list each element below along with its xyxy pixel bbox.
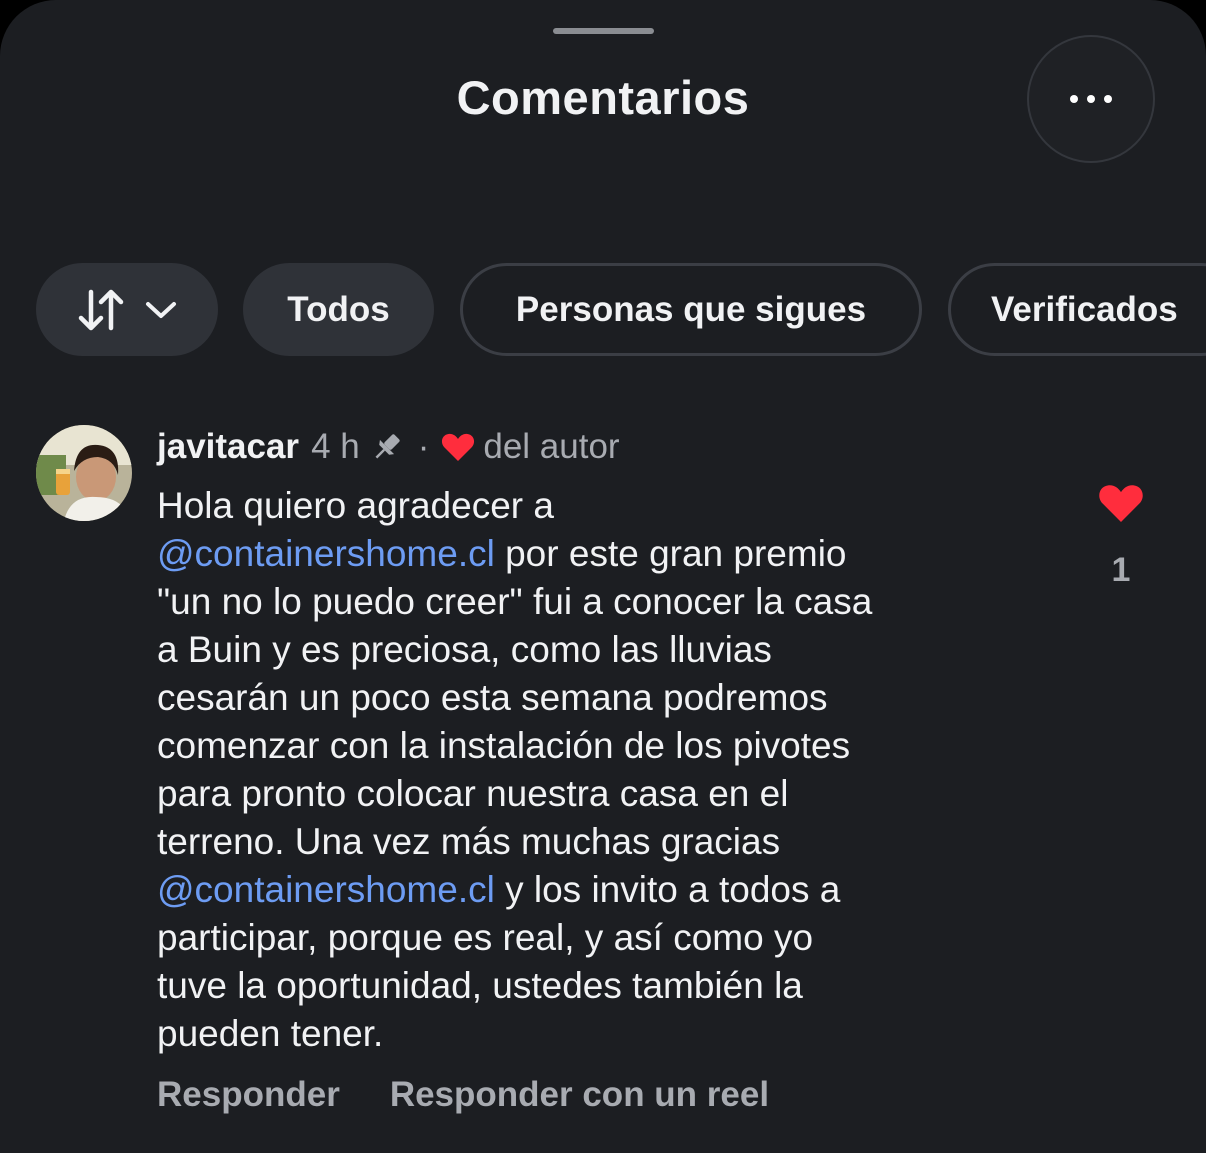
like-heart-icon[interactable] bbox=[1098, 482, 1144, 529]
meta-separator: · bbox=[417, 427, 430, 466]
like-count[interactable]: 1 bbox=[1098, 551, 1144, 590]
username[interactable]: javitacar bbox=[157, 427, 299, 467]
comment-line: a Buin y es preciosa, como las lluvias bbox=[157, 629, 772, 670]
more-dots-icon bbox=[1070, 95, 1078, 103]
comment-meta: javitacar 4 h · del autor bbox=[157, 424, 620, 470]
comment-line: comenzar con la instalación de los pivot… bbox=[157, 725, 851, 766]
avatar[interactable] bbox=[36, 425, 132, 521]
pin-icon bbox=[370, 430, 404, 464]
filter-verified[interactable]: Verificados bbox=[948, 263, 1206, 356]
comment-line: @containershome.cl y los invito a todos … bbox=[157, 869, 841, 910]
author-liked-label: del autor bbox=[483, 427, 620, 466]
sort-arrows-icon bbox=[78, 289, 124, 330]
reply-button[interactable]: Responder bbox=[157, 1075, 340, 1115]
comment-time: 4 h bbox=[311, 427, 360, 466]
chevron-down-icon bbox=[146, 301, 176, 318]
comment-line: Hola quiero agradecer a bbox=[157, 485, 554, 526]
page-title: Comentarios bbox=[456, 71, 750, 124]
comment-line: cesarán un poco esta semana podremos bbox=[157, 677, 828, 718]
comment-text: Hola quiero agradecer a @containershome.… bbox=[157, 482, 1057, 1058]
comment-line: pueden tener. bbox=[157, 1013, 384, 1054]
comment-actions: Responder Responder con un reel bbox=[157, 1075, 769, 1115]
comment-line: terreno. Una vez más muchas gracias bbox=[157, 821, 781, 862]
comments-sheet: Comentarios Todos Personas que sigues Ve… bbox=[0, 0, 1206, 1153]
comment-line: tuve la oportunidad, ustedes también la bbox=[157, 965, 803, 1006]
filter-todos[interactable]: Todos bbox=[243, 263, 434, 356]
more-options-button[interactable] bbox=[1027, 35, 1155, 163]
drag-handle[interactable] bbox=[553, 28, 654, 34]
filter-following[interactable]: Personas que sigues bbox=[460, 263, 922, 356]
author-heart-icon bbox=[441, 432, 475, 462]
mention-link[interactable]: @containershome.cl bbox=[157, 533, 495, 574]
comment-line: "un no lo puedo creer" fui a conocer la … bbox=[157, 581, 873, 622]
sort-button[interactable] bbox=[36, 263, 218, 356]
reply-with-reel-button[interactable]: Responder con un reel bbox=[390, 1075, 769, 1115]
comment-line: @containershome.cl por este gran premio bbox=[157, 533, 847, 574]
comment-line: participar, porque es real, y así como y… bbox=[157, 917, 814, 958]
mention-link[interactable]: @containershome.cl bbox=[157, 869, 495, 910]
comment-line: para pronto colocar nuestra casa en el bbox=[157, 773, 789, 814]
